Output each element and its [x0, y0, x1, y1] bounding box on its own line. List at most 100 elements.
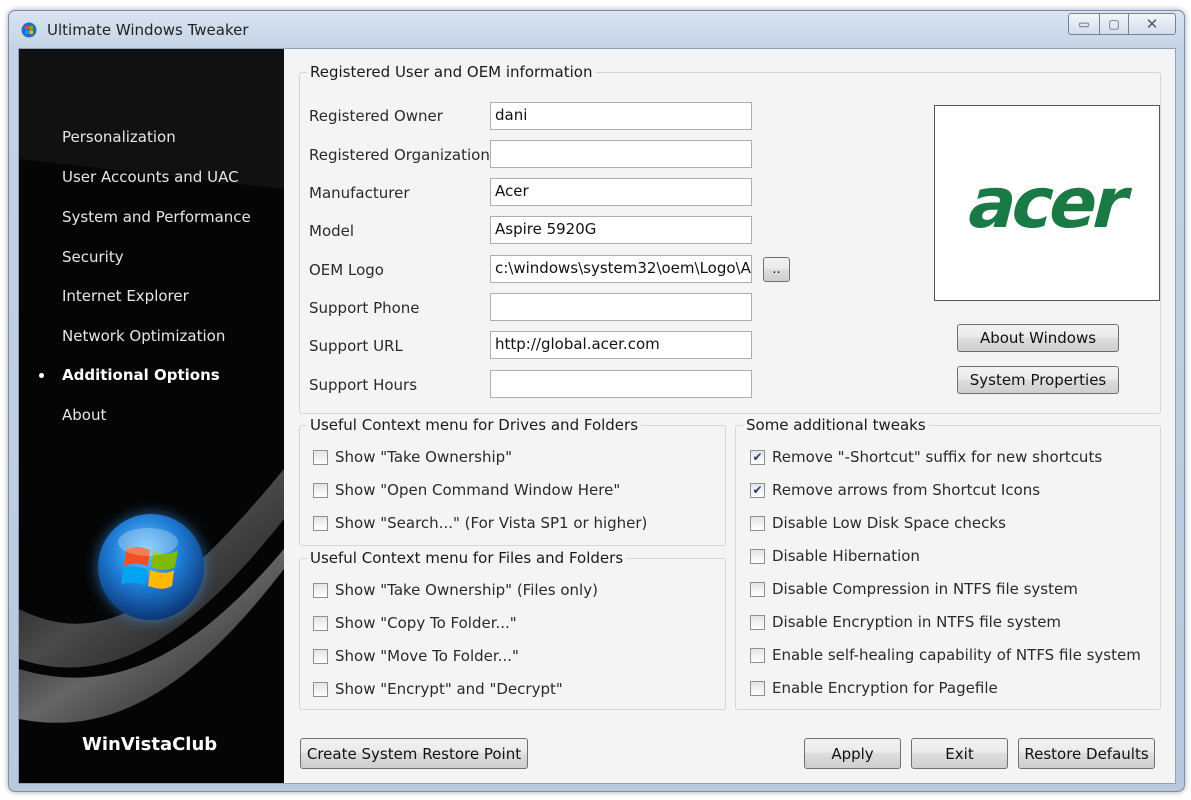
oem-info-legend: Registered User and OEM information: [310, 63, 593, 81]
system-properties-button[interactable]: System Properties: [957, 366, 1119, 394]
drives-take-ownership-checkbox[interactable]: Show "Take Ownership": [313, 448, 512, 466]
drives-open-command-checkbox[interactable]: Show "Open Command Window Here": [313, 481, 620, 499]
active-bullet-icon: [39, 373, 44, 378]
support-phone-label: Support Phone: [309, 299, 420, 317]
disable-ntfs-encryption-checkbox[interactable]: Disable Encryption in NTFS file system: [750, 613, 1061, 631]
registered-owner-label: Registered Owner: [309, 107, 443, 125]
manufacturer-label: Manufacturer: [309, 184, 410, 202]
sidebar-item-personalization[interactable]: Personalization: [62, 128, 176, 146]
model-label: Model: [309, 222, 355, 240]
checkbox-label: Disable Hibernation: [772, 547, 920, 565]
checkbox-label: Disable Encryption in NTFS file system: [772, 613, 1062, 631]
remove-shortcut-arrows-checkbox[interactable]: ✔ Remove arrows from Shortcut Icons: [750, 481, 1040, 499]
oem-logo-field[interactable]: c:\windows\system32\oem\Logo\Acer.bmp: [490, 255, 752, 283]
sidebar-item-network-optimization[interactable]: Network Optimization: [62, 327, 225, 345]
support-hours-label: Support Hours: [309, 376, 418, 394]
windows-orb-logo: [98, 514, 204, 620]
checkbox-label: Show "Open Command Window Here": [335, 481, 621, 499]
files-move-to-folder-checkbox[interactable]: Show "Move To Folder...": [313, 647, 519, 665]
windows-flag-icon: [118, 528, 178, 589]
sidebar-item-about[interactable]: About: [62, 406, 106, 424]
main-window: Ultimate Windows Tweaker ▭ ▢ ✕ Personali…: [8, 10, 1185, 792]
sidebar-swoosh-decoration: [19, 49, 284, 723]
minimize-icon: ▭: [1078, 17, 1090, 31]
checkbox-icon: [313, 681, 328, 697]
checkbox-icon: [750, 515, 765, 531]
close-button[interactable]: ✕: [1129, 13, 1176, 35]
registered-organization-field[interactable]: [490, 140, 752, 168]
checkbox-icon: [750, 581, 765, 597]
window-title: Ultimate Windows Tweaker: [47, 21, 249, 39]
registered-owner-field[interactable]: dani: [490, 102, 752, 130]
remove-shortcut-suffix-checkbox[interactable]: ✔ Remove "-Shortcut" suffix for new short…: [750, 448, 1102, 466]
checkbox-label: Remove "-Shortcut" suffix for new shortc…: [772, 448, 1103, 466]
client-area: Personalization User Accounts and UAC Sy…: [18, 48, 1176, 784]
files-encrypt-decrypt-checkbox[interactable]: Show "Encrypt" and "Decrypt": [313, 680, 563, 698]
restore-defaults-button[interactable]: Restore Defaults: [1018, 738, 1155, 769]
checkbox-label: Disable Low Disk Space checks: [772, 514, 1006, 532]
support-phone-field[interactable]: [490, 293, 752, 321]
disable-hibernation-checkbox[interactable]: Disable Hibernation: [750, 547, 920, 565]
checkbox-checked-icon: ✔: [750, 482, 765, 498]
create-restore-point-button[interactable]: Create System Restore Point: [300, 738, 528, 769]
manufacturer-field[interactable]: Acer: [490, 178, 752, 206]
checkbox-label: Disable Compression in NTFS file system: [772, 580, 1078, 598]
model-field[interactable]: Aspire 5920G: [490, 216, 752, 244]
checkbox-icon: [750, 680, 765, 696]
sidebar-item-security[interactable]: Security: [62, 248, 124, 266]
checkbox-icon: [313, 515, 328, 531]
brand-label: WinVistaClub: [82, 734, 218, 755]
support-hours-field[interactable]: [490, 370, 752, 398]
enable-pagefile-encryption-checkbox[interactable]: Enable Encryption for Pagefile: [750, 679, 998, 697]
support-url-field[interactable]: http://global.acer.com: [490, 331, 752, 359]
checkbox-icon: [313, 482, 328, 498]
sidebar-item-additional-options[interactable]: Additional Options: [62, 366, 220, 384]
disable-ntfs-compression-checkbox[interactable]: Disable Compression in NTFS file system: [750, 580, 1078, 598]
app-icon: [21, 22, 37, 38]
apply-button[interactable]: Apply: [804, 738, 901, 769]
caption-buttons: ▭ ▢ ✕: [1068, 13, 1176, 35]
sidebar-item-internet-explorer[interactable]: Internet Explorer: [62, 287, 189, 305]
oem-logo-preview: acer: [934, 105, 1160, 301]
checkbox-label: Show "Take Ownership": [335, 448, 513, 466]
oem-logo-label: OEM Logo: [309, 261, 384, 279]
disable-low-disk-checkbox[interactable]: Disable Low Disk Space checks: [750, 514, 1006, 532]
checkbox-label: Remove arrows from Shortcut Icons: [772, 481, 1041, 499]
enable-self-healing-checkbox[interactable]: Enable self-healing capability of NTFS f…: [750, 646, 1141, 664]
files-take-ownership-checkbox[interactable]: Show "Take Ownership" (Files only): [313, 581, 598, 599]
checkbox-label: Show "Copy To Folder...": [335, 614, 517, 632]
checkbox-label: Show "Take Ownership" (Files only): [335, 581, 598, 599]
sidebar: Personalization User Accounts and UAC Sy…: [19, 49, 284, 783]
acer-logo: acer: [959, 162, 1135, 244]
close-icon: ✕: [1145, 15, 1159, 33]
checkbox-icon: [750, 548, 765, 564]
checkbox-icon: [313, 615, 328, 631]
drives-search-checkbox[interactable]: Show "Search..." (For Vista SP1 or highe…: [313, 514, 647, 532]
checkbox-icon: [750, 647, 765, 663]
support-url-label: Support URL: [309, 337, 403, 355]
checkbox-icon: [313, 449, 328, 465]
files-folders-legend: Useful Context menu for Files and Folder…: [310, 549, 624, 567]
about-windows-button[interactable]: About Windows: [957, 324, 1119, 352]
additional-tweaks-legend: Some additional tweaks: [746, 416, 926, 434]
checkbox-label: Show "Move To Folder...": [335, 647, 519, 665]
maximize-icon: ▢: [1108, 17, 1120, 31]
checkbox-label: Show "Encrypt" and "Decrypt": [335, 680, 563, 698]
exit-button[interactable]: Exit: [911, 738, 1008, 769]
title-bar[interactable]: Ultimate Windows Tweaker ▭ ▢ ✕: [9, 11, 1184, 49]
checkbox-label: Enable self-healing capability of NTFS f…: [772, 646, 1141, 664]
checkbox-label: Enable Encryption for Pagefile: [772, 679, 998, 697]
sidebar-item-user-accounts[interactable]: User Accounts and UAC: [62, 168, 239, 186]
checkbox-icon: [313, 582, 328, 598]
files-copy-to-folder-checkbox[interactable]: Show "Copy To Folder...": [313, 614, 517, 632]
main-panel: Registered User and OEM information Regi…: [285, 49, 1175, 783]
maximize-button[interactable]: ▢: [1100, 13, 1129, 35]
minimize-button[interactable]: ▭: [1068, 13, 1100, 35]
checkbox-icon: [750, 614, 765, 630]
checkbox-icon: [313, 648, 328, 664]
checkbox-label: Show "Search..." (For Vista SP1 or highe…: [335, 514, 648, 532]
sidebar-item-system-performance[interactable]: System and Performance: [62, 208, 251, 226]
browse-logo-button[interactable]: ..: [763, 257, 790, 282]
checkbox-checked-icon: ✔: [750, 449, 765, 465]
registered-organization-label: Registered Organization: [309, 146, 490, 164]
